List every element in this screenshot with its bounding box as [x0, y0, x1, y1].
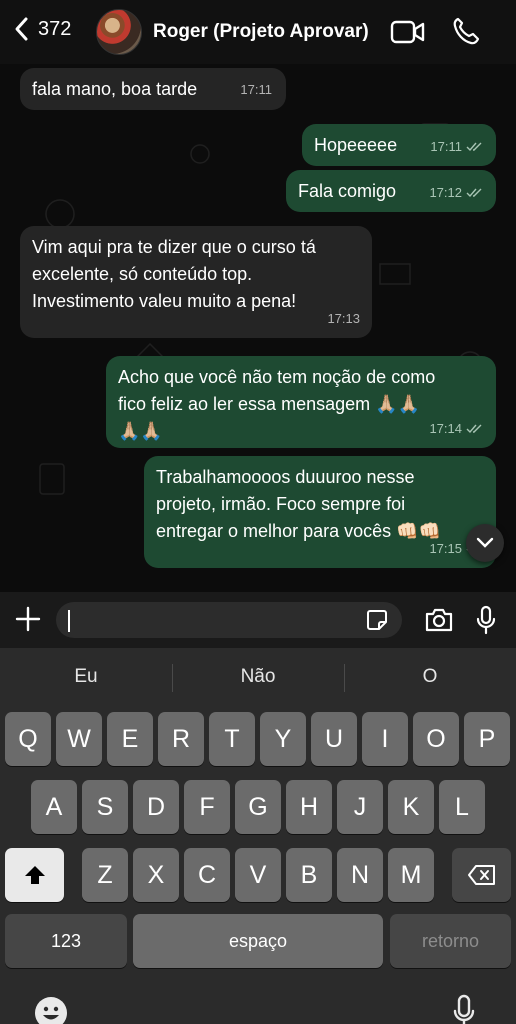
key-t[interactable]: T — [209, 712, 255, 766]
key-i[interactable]: I — [362, 712, 408, 766]
shift-key[interactable] — [5, 848, 64, 902]
key-s[interactable]: S — [82, 780, 128, 834]
message-bubble-incoming[interactable]: Vim aqui pra te dizer que o curso tá exc… — [20, 226, 372, 338]
key-m[interactable]: M — [388, 848, 434, 902]
video-call-icon[interactable] — [390, 18, 426, 46]
message-bubble-outgoing[interactable]: Trabalhamoooos duuuroo nesse projeto, ir… — [144, 456, 496, 568]
key-e[interactable]: E — [107, 712, 153, 766]
sticker-icon[interactable] — [366, 609, 388, 631]
key-f[interactable]: F — [184, 780, 230, 834]
key-q[interactable]: Q — [5, 712, 51, 766]
key-o[interactable]: O — [413, 712, 459, 766]
double-check-icon — [466, 424, 482, 433]
keyboard: Eu Não O QWERTYUIOP ASDFGHJKL ZXCVBNM 12… — [0, 648, 516, 1024]
key-l[interactable]: L — [439, 780, 485, 834]
key-j[interactable]: J — [337, 780, 383, 834]
message-time: 17:11 — [240, 82, 272, 97]
avatar[interactable] — [96, 9, 142, 55]
message-bubble-incoming[interactable]: fala mano, boa tarde 17:11 — [20, 68, 286, 110]
space-key[interactable]: espaço — [133, 914, 383, 968]
key-p[interactable]: P — [464, 712, 510, 766]
message-bubble-outgoing[interactable]: Fala comigo 17:12 — [286, 170, 496, 212]
key-n[interactable]: N — [337, 848, 383, 902]
key-h[interactable]: H — [286, 780, 332, 834]
suggestion-bar: Eu Não O — [0, 648, 516, 708]
unread-count: 372 — [38, 17, 72, 40]
message-time: 17:11 — [430, 139, 462, 154]
message-list[interactable]: fala mano, boa tarde 17:11 Hopeeeee 17:1… — [0, 64, 516, 592]
key-c[interactable]: C — [184, 848, 230, 902]
message-time: 17:15 — [429, 541, 462, 556]
text-cursor — [68, 610, 70, 632]
back-button[interactable]: 372 — [12, 14, 71, 44]
key-b[interactable]: B — [286, 848, 332, 902]
shift-icon — [24, 866, 45, 884]
numbers-key[interactable]: 123 — [5, 914, 127, 968]
scroll-to-bottom-button[interactable] — [466, 524, 504, 562]
message-bubble-outgoing[interactable]: Hopeeeee 17:11 — [302, 124, 496, 166]
key-u[interactable]: U — [311, 712, 357, 766]
chat-header: 372 Roger (Projeto Aprovar) — [0, 0, 516, 64]
backspace-icon — [467, 865, 495, 885]
key-v[interactable]: V — [235, 848, 281, 902]
message-text: fala mano, boa tarde — [32, 79, 198, 99]
key-d[interactable]: D — [133, 780, 179, 834]
message-time: 17:13 — [327, 311, 360, 326]
chevron-left-icon — [15, 17, 28, 41]
chevron-down-icon — [476, 537, 494, 548]
suggestion-item[interactable]: Eu — [0, 666, 172, 688]
suggestion-item[interactable]: O — [344, 666, 516, 688]
message-input[interactable] — [56, 602, 402, 638]
key-x[interactable]: X — [133, 848, 179, 902]
phone-icon[interactable] — [452, 16, 480, 46]
plus-icon[interactable] — [14, 605, 42, 633]
suggestion-item[interactable]: Não — [172, 666, 344, 688]
backspace-key[interactable] — [452, 848, 511, 902]
double-check-icon — [466, 188, 482, 197]
camera-icon[interactable] — [424, 607, 454, 633]
key-y[interactable]: Y — [260, 712, 306, 766]
composer-bar — [0, 592, 516, 648]
microphone-icon[interactable] — [476, 605, 496, 635]
key-k[interactable]: K — [388, 780, 434, 834]
double-check-icon — [466, 142, 482, 151]
key-z[interactable]: Z — [82, 848, 128, 902]
message-text: Trabalhamoooos duuuroo nesse projeto, ir… — [156, 467, 441, 541]
message-time: 17:12 — [429, 185, 462, 200]
return-key[interactable]: retorno — [390, 914, 511, 968]
key-g[interactable]: G — [235, 780, 281, 834]
message-text: Vim aqui pra te dizer que o curso tá exc… — [32, 237, 316, 311]
dictation-icon[interactable] — [452, 994, 476, 1024]
key-a[interactable]: A — [31, 780, 77, 834]
message-bubble-outgoing[interactable]: Acho que você não tem noção de como fico… — [106, 356, 496, 448]
contact-name[interactable]: Roger (Projeto Aprovar) — [153, 21, 369, 43]
key-r[interactable]: R — [158, 712, 204, 766]
emoji-icon[interactable] — [34, 996, 68, 1024]
message-time: 17:14 — [429, 421, 462, 436]
key-w[interactable]: W — [56, 712, 102, 766]
